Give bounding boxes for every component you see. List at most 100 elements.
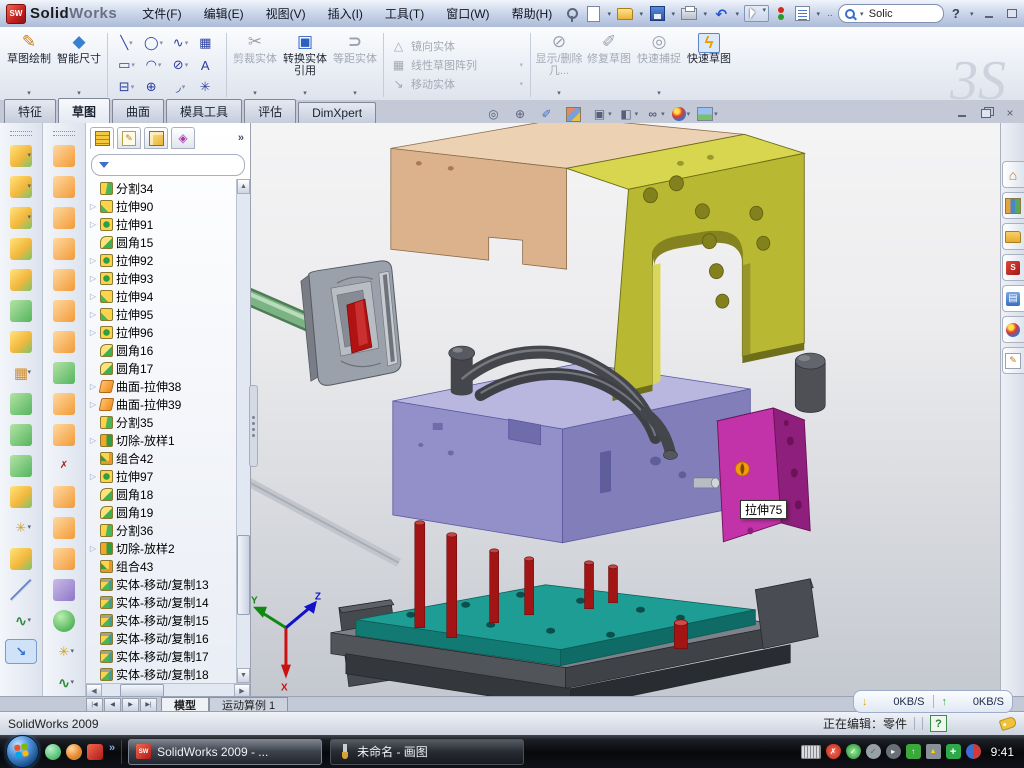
help-icon[interactable]: ? (947, 6, 965, 22)
command-tab[interactable]: 曲面 (112, 99, 164, 123)
tree-item[interactable]: ▷ 分割36 (86, 521, 236, 539)
expand-icon[interactable]: ▷ (89, 220, 97, 229)
combine-icon[interactable] (10, 393, 32, 415)
zoom-area-icon[interactable]: ▾ (513, 107, 533, 122)
command-tab[interactable]: 模具工具 (166, 99, 242, 123)
tree-item[interactable]: ▷ 切除-放样1 (86, 431, 236, 449)
untrim-surface-icon[interactable] (53, 517, 75, 539)
polygon-icon[interactable]: ⊕▾ (140, 76, 167, 98)
rectangle-icon[interactable]: ▭▾ (113, 54, 140, 76)
chamfer-icon[interactable] (10, 300, 32, 322)
box-select-icon[interactable]: ▦▾ (194, 32, 221, 54)
part-core-block[interactable] (393, 363, 751, 543)
command-tab[interactable]: DimXpert (298, 102, 376, 123)
tab-nav-button[interactable]: |◀ (86, 698, 103, 712)
dome-icon[interactable] (53, 610, 75, 632)
tree-horizontal-scrollbar[interactable]: ◀ ▶ (86, 683, 250, 697)
quick-launch-expand-icon[interactable]: » (109, 742, 115, 754)
slot-icon[interactable]: ⊟▾ (113, 76, 140, 98)
menu-item[interactable]: 视图(V) (255, 1, 317, 26)
line-icon[interactable]: ╲▾ (113, 32, 140, 54)
tree-item[interactable]: ▷ 分割35 (86, 413, 236, 431)
ellipse-icon[interactable]: ⊘▾ (167, 54, 194, 76)
tree-item[interactable]: ▷ 实体-移动/复制13 (86, 575, 236, 593)
edit-appearance-icon[interactable]: ▾ (672, 107, 691, 121)
expand-icon[interactable]: ▷ (89, 274, 97, 283)
taskbar-task-button[interactable]: SW SolidWorks 2009 - ... (128, 739, 322, 765)
convert-entities-button[interactable]: ▣ 转换实体引用▾ (280, 29, 330, 101)
sync-orb-icon[interactable] (966, 744, 981, 759)
menu-item[interactable]: 编辑(E) (193, 1, 255, 26)
knit-surface-icon[interactable] (53, 362, 75, 384)
hole-wizard-icon[interactable] (10, 331, 32, 353)
expand-icon[interactable]: ▷ (89, 544, 97, 553)
text-icon[interactable]: A▾ (194, 54, 221, 76)
tree-item[interactable]: ▷ 拉伸93 (86, 269, 236, 287)
repair-sketch-button[interactable]: ✐ 修复草图 (584, 29, 634, 101)
pin-toolbar-icon[interactable] (563, 6, 581, 22)
undo-dropdown-icon[interactable]: ▾ (733, 10, 741, 18)
spline-icon[interactable]: ∿▾ (167, 32, 194, 54)
undo-icon[interactable]: ↶ (712, 6, 730, 22)
scroll-down-icon[interactable]: ▼ (237, 668, 250, 683)
rotate-view-icon[interactable]: ▾ (539, 107, 559, 122)
taskbar-clock[interactable]: 9:41 (991, 745, 1014, 759)
tree-item[interactable]: ▷ 拉伸96 (86, 323, 236, 341)
task-pane-tab[interactable] (1002, 254, 1024, 281)
options-icon[interactable] (793, 6, 811, 22)
hide-show-items-icon[interactable]: ▾ (645, 107, 665, 122)
tag-icon[interactable] (999, 716, 1018, 731)
antivirus-alert-icon[interactable] (826, 744, 841, 759)
expand-icon[interactable]: ▷ (89, 328, 97, 337)
toolbar-grip[interactable] (10, 131, 32, 136)
tree-item[interactable]: ▷ 实体-移动/复制15 (86, 611, 236, 629)
display-delete-relations-button[interactable]: ⊘ 显示/删除几...▾ (534, 29, 584, 101)
save-icon[interactable] (648, 6, 666, 22)
tree-item[interactable]: ▷ 实体-移动/复制18 (86, 665, 236, 683)
tab-nav-button[interactable]: ▶ (122, 698, 139, 712)
expand-icon[interactable]: ▷ (89, 472, 97, 481)
command-tab[interactable]: 评估 (244, 99, 296, 123)
linear-sketch-pattern-icon[interactable]: ▦ 线性草图阵列 ▾ (391, 57, 523, 73)
menu-item[interactable]: 文件(F) (131, 1, 192, 26)
part-shadow-rod[interactable] (251, 478, 399, 563)
minimize-button[interactable] (979, 6, 999, 21)
health-monitor-icon[interactable] (946, 744, 961, 759)
launcher-icon[interactable] (66, 744, 82, 760)
lights-icon[interactable] (772, 6, 790, 22)
dimxpertmanager-tab[interactable]: ◈ (171, 127, 195, 149)
zoom-fit-icon[interactable]: ▾ (486, 107, 506, 122)
featuremanager-tab[interactable] (90, 127, 114, 149)
restore-button[interactable] (1002, 6, 1022, 21)
menu-item[interactable]: 帮助(H) (501, 1, 564, 26)
bend-icon[interactable] (53, 424, 75, 446)
revolved-surface-icon[interactable] (53, 176, 75, 198)
tree-item[interactable]: ▷ 圆角17 (86, 359, 236, 377)
view-orientation-icon[interactable]: ▾ (592, 107, 612, 122)
sketch-button[interactable]: ✎ 草图绘制▾ (4, 29, 54, 101)
part-clamp[interactable] (301, 261, 401, 386)
3d-canvas[interactable]: X Y Z (251, 123, 1000, 697)
expand-icon[interactable]: ▷ (89, 382, 97, 391)
solidworks-shortcut-icon[interactable] (87, 744, 103, 760)
instant3d-icon[interactable] (5, 639, 37, 664)
expand-icon[interactable]: ▷ (89, 256, 97, 265)
display-style-icon[interactable]: ▾ (619, 107, 639, 122)
panel-splitter[interactable] (249, 385, 258, 467)
network-speed-widget[interactable]: ↓0KB/S ↑0KB/S (853, 690, 1013, 713)
point-icon[interactable]: ✳▾ (194, 76, 221, 98)
filled-surface-icon[interactable] (53, 269, 75, 291)
input-method-icon[interactable] (801, 745, 821, 759)
boundary-surface-icon[interactable] (53, 238, 75, 260)
tab-nav-button[interactable]: ▶| (140, 698, 157, 712)
tree-item[interactable]: ▷ 拉伸94 (86, 287, 236, 305)
tree-vertical-scrollbar[interactable]: ▲ ▼ (236, 179, 250, 683)
command-tab[interactable]: 特征 (4, 99, 56, 123)
propertymanager-tab[interactable]: ✎ (117, 127, 141, 149)
task-pane-tab[interactable] (1002, 192, 1024, 219)
extend-surface-icon[interactable] (53, 548, 75, 570)
delete-face-icon[interactable] (53, 455, 75, 477)
configurationmanager-tab[interactable] (144, 127, 168, 149)
save-dropdown-icon[interactable]: ▾ (669, 10, 677, 18)
tree-item[interactable]: ▷ 拉伸92 (86, 251, 236, 269)
